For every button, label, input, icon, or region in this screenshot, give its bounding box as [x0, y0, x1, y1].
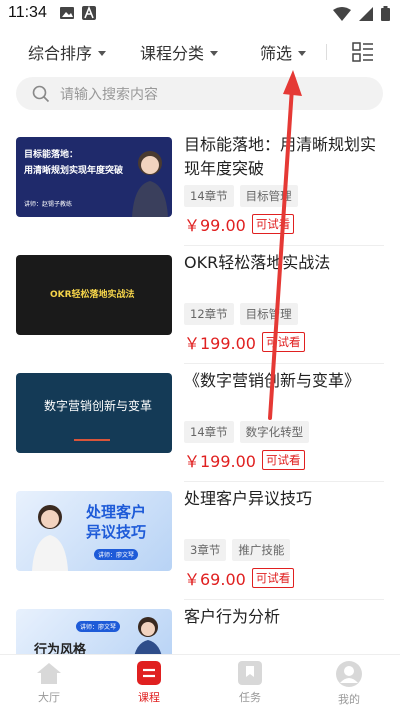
nav-item-tasks[interactable]: 任务: [220, 661, 280, 705]
sort-dropdown[interactable]: 综合排序: [28, 40, 107, 64]
search-icon: [32, 85, 50, 102]
signal-icon: [359, 6, 373, 21]
thumb-lecturer: 讲师：赵锡子教练: [24, 201, 73, 208]
course-thumbnail: 处理客户 异议技巧 讲师：廖文琴: [16, 491, 172, 571]
course-icon: [137, 661, 161, 685]
thumb-subtitle: 用清晰规划实现年度突破: [24, 166, 124, 176]
home-icon: [37, 663, 61, 684]
nav-label: 大厅: [38, 691, 60, 704]
trial-badge: 可试看: [262, 450, 305, 470]
chapter-count-tag: 12章节: [184, 303, 234, 325]
category-tag: 数字化转型: [239, 421, 310, 443]
trial-badge: 可试看: [262, 332, 305, 352]
nav-label: 课程: [138, 691, 160, 704]
divider: [326, 44, 327, 60]
course-title: 《数字营销创新与变革》: [184, 371, 361, 390]
sort-label: 综合排序: [28, 44, 93, 63]
course-price: ￥199.00: [184, 452, 256, 471]
trial-badge: 可试看: [251, 568, 295, 588]
thumb-title: 目标能落地：: [24, 150, 79, 160]
category-label: 课程分类: [140, 44, 205, 63]
course-price: ￥199.00: [184, 334, 256, 353]
layout-toggle-icon[interactable]: [352, 42, 374, 62]
category-tag: 推广技能: [232, 539, 291, 561]
nav-label: 我的: [338, 693, 360, 706]
chevron-down-icon: [98, 50, 107, 56]
course-item[interactable]: 数字营销创新与变革 《数字营销创新与变革》 14章节 数字化转型 ￥199.00…: [0, 364, 400, 482]
course-item[interactable]: 目标能落地： 用清晰规划实现年度突破 讲师：赵锡子教练 目标能落地：用清晰规划实…: [0, 128, 400, 246]
category-tag: 目标管理: [239, 303, 298, 325]
course-price: ￥69.00: [184, 570, 246, 589]
nav-item-courses[interactable]: 课程: [119, 661, 179, 705]
thumb-accent-line: [74, 439, 110, 441]
course-item[interactable]: 处理客户 异议技巧 讲师：廖文琴 处理客户异议技巧 3章节 推广技能 ￥69.0…: [0, 482, 400, 600]
thumb-lecturer: 讲师：廖文琴: [94, 549, 139, 560]
wifi-icon: [333, 6, 351, 21]
avatar: [32, 505, 68, 571]
nav-label: 任务: [239, 691, 261, 704]
course-thumbnail: 数字营销创新与变革: [16, 373, 172, 453]
profile-icon: [336, 661, 362, 687]
category-dropdown[interactable]: 课程分类: [140, 40, 219, 64]
trial-badge: 可试看: [251, 214, 295, 234]
search-placeholder: 请输入搜索内容: [60, 86, 158, 103]
thumb-title: OKR轻松落地实战法: [50, 290, 135, 300]
bookmark-icon: [238, 661, 262, 685]
battery-icon: [381, 6, 390, 21]
course-title: 客户行为分析: [184, 607, 281, 626]
category-tag: 目标管理: [239, 185, 298, 207]
avatar: [132, 151, 168, 217]
thumb-title: 数字营销创新与变革: [44, 399, 153, 413]
thumb-title: 处理客户: [86, 503, 147, 521]
course-thumbnail: 目标能落地： 用清晰规划实现年度突破 讲师：赵锡子教练: [16, 137, 172, 217]
course-thumbnail: OKR轻松落地实战法: [16, 255, 172, 335]
bottom-nav: 大厅 课程 任务 我的: [0, 654, 400, 711]
chapter-count-tag: 14章节: [184, 185, 234, 207]
filter-label: 筛选: [260, 44, 293, 63]
chevron-down-icon: [210, 50, 219, 56]
filter-dropdown[interactable]: 筛选: [260, 40, 307, 64]
thumb-subtitle: 异议技巧: [86, 523, 147, 541]
thumb-lecturer: 讲师：廖文琴: [76, 621, 121, 632]
a-icon: [82, 6, 96, 20]
status-time: 11:34: [8, 4, 47, 21]
course-title: 处理客户异议技巧: [184, 489, 313, 508]
nav-item-hall[interactable]: 大厅: [19, 661, 79, 705]
chevron-down-icon: [298, 50, 307, 56]
nav-item-profile[interactable]: 我的: [319, 661, 379, 707]
chapter-count-tag: 14章节: [184, 421, 234, 443]
course-price: ￥99.00: [184, 216, 246, 235]
course-item[interactable]: OKR轻松落地实战法 OKR轻松落地实战法 12章节 目标管理 ￥199.00 …: [0, 246, 400, 364]
course-title: 目标能落地：用清晰规划实现年度突破: [184, 135, 377, 178]
course-title: OKR轻松落地实战法: [184, 253, 331, 272]
filter-bar: 综合排序 课程分类 筛选: [0, 36, 400, 68]
chapter-count-tag: 3章节: [184, 539, 227, 561]
search-input[interactable]: 请输入搜索内容: [16, 77, 383, 110]
status-bar: 11:34: [0, 0, 400, 28]
image-icon: [60, 7, 74, 19]
